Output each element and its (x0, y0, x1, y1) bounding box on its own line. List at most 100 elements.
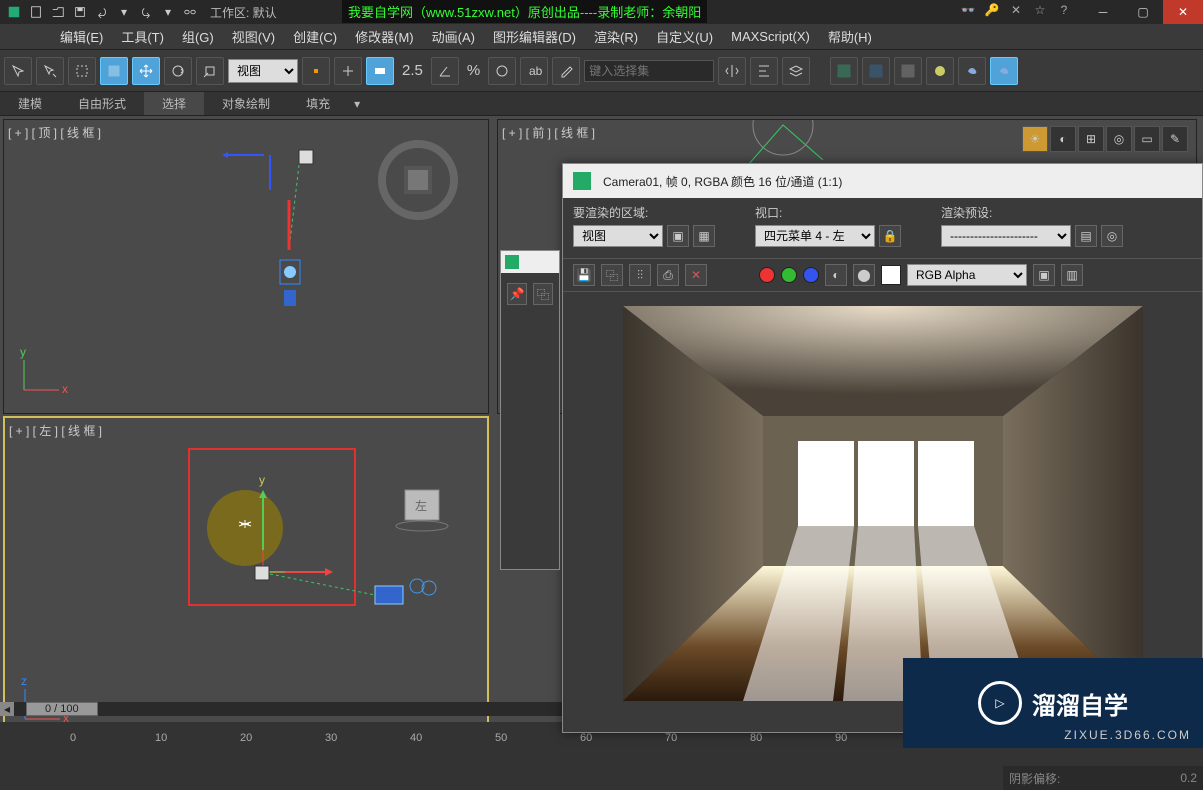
select-name-button[interactable] (36, 57, 64, 85)
schematic-button[interactable] (862, 57, 890, 85)
menu-customize[interactable]: 自定义(U) (656, 27, 713, 46)
new-icon[interactable] (26, 2, 46, 22)
select-rect-button[interactable] (68, 57, 96, 85)
snap-spinner[interactable]: 2.5 (398, 62, 427, 79)
channel-red-icon[interactable] (759, 267, 775, 283)
preset-select[interactable]: ---------------------- (941, 225, 1071, 247)
ribbon-modeling[interactable]: 建模 (0, 92, 60, 115)
ribbon-freeform[interactable]: 自由形式 (60, 92, 144, 115)
clone-icon[interactable]: ⫶⫶ (629, 264, 651, 286)
viewcube[interactable] (378, 140, 458, 220)
area-edit-icon[interactable]: ▣ (667, 225, 689, 247)
preset-icon[interactable]: ▤ (1075, 225, 1097, 247)
preset-target-icon[interactable]: ◎ (1101, 225, 1123, 247)
menu-render[interactable]: 渲染(R) (594, 27, 638, 46)
menu-group[interactable]: 组(G) (182, 27, 214, 46)
mono-icon[interactable]: ⬤ (853, 264, 875, 286)
dropdown-icon[interactable]: ▾ (114, 2, 134, 22)
secondary-panel[interactable]: 📌 ⿻ (500, 250, 560, 570)
wrench-icon[interactable]: ✎ (1162, 126, 1188, 152)
copy-image-icon[interactable]: ⿻ (601, 264, 623, 286)
minimize-button[interactable]: ─ (1083, 0, 1123, 24)
binoculars-icon[interactable]: 👓 (959, 3, 977, 17)
display-icon[interactable]: ▭ (1134, 126, 1160, 152)
channel-select[interactable]: RGB Alpha (907, 264, 1027, 286)
link-icon[interactable] (180, 2, 200, 22)
cross-icon[interactable]: ✕ (1007, 3, 1025, 17)
select-object-button[interactable] (4, 57, 32, 85)
secondary-titlebar[interactable] (501, 251, 559, 273)
ribbon-dropdown-icon[interactable]: ▾ (348, 92, 366, 115)
alpha-icon[interactable]: ◐ (825, 264, 847, 286)
selection-set-input[interactable] (584, 60, 714, 82)
copy-icon[interactable]: ⿻ (533, 283, 553, 305)
menu-create[interactable]: 创建(C) (293, 27, 337, 46)
layers-button[interactable] (782, 57, 810, 85)
viewport-label[interactable]: [ + ] [ 左 ] [ 线 框 ] (9, 422, 102, 439)
material-button[interactable] (894, 57, 922, 85)
split-icon[interactable]: ▥ (1061, 264, 1083, 286)
viewport-left[interactable]: [ + ] [ 左 ] [ 线 框 ] y 左 zx (3, 416, 489, 744)
area-auto-icon[interactable]: ▦ (693, 225, 715, 247)
maximize-button[interactable]: ▢ (1123, 0, 1163, 24)
open-icon[interactable] (48, 2, 68, 22)
light-icon[interactable]: ☀ (1022, 126, 1048, 152)
viewport-select[interactable]: 四元菜单 4 - 左 (755, 225, 875, 247)
help-icon[interactable]: ? (1055, 3, 1073, 17)
save-icon[interactable] (70, 2, 90, 22)
slider-knob[interactable]: 0 / 100 (26, 702, 98, 716)
channel-blue-icon[interactable] (803, 267, 819, 283)
menu-graph[interactable]: 图形编辑器(D) (493, 27, 576, 46)
channel-green-icon[interactable] (781, 267, 797, 283)
curve-editor-button[interactable] (830, 57, 858, 85)
keyboard-shortcut-button[interactable] (366, 57, 394, 85)
slider-prev[interactable]: ◂ (0, 702, 14, 716)
select-window-button[interactable] (100, 57, 128, 85)
scale-button[interactable] (196, 57, 224, 85)
render-output[interactable] (623, 306, 1143, 701)
align-button[interactable] (750, 57, 778, 85)
manipulate-button[interactable] (334, 57, 362, 85)
area-select[interactable]: 视图 (573, 225, 663, 247)
render-titlebar[interactable]: Camera01, 帧 0, RGBA 颜色 16 位/通道 (1:1) (563, 164, 1202, 198)
close-button[interactable]: ✕ (1163, 0, 1203, 24)
menu-tools[interactable]: 工具(T) (121, 27, 164, 46)
clear-icon[interactable]: ✕ (685, 264, 707, 286)
corner-value[interactable]: 0.2 (1180, 771, 1197, 785)
rotate-button[interactable] (164, 57, 192, 85)
dropdown-icon[interactable]: ▾ (158, 2, 178, 22)
ribbon-selection[interactable]: 选择 (144, 92, 204, 115)
bg-swatch[interactable] (881, 265, 901, 285)
move-button[interactable] (132, 57, 160, 85)
print-icon[interactable]: ⎙ (657, 264, 679, 286)
menu-view[interactable]: 视图(V) (232, 27, 275, 46)
ribbon-populate[interactable]: 填充 (288, 92, 348, 115)
spinner-snap-button[interactable]: abc (520, 57, 548, 85)
menu-maxscript[interactable]: MAXScript(X) (731, 29, 810, 44)
viewport-label[interactable]: [ + ] [ 顶 ] [ 线 框 ] (8, 124, 101, 141)
ref-coord-select[interactable]: 视图 (228, 59, 298, 83)
snap-angle-button[interactable] (431, 57, 459, 85)
render-button[interactable] (990, 57, 1018, 85)
star-icon[interactable]: ☆ (1031, 3, 1049, 17)
menu-animation[interactable]: 动画(A) (432, 27, 475, 46)
viewport-top[interactable]: [ + ] [ 顶 ] [ 线 框 ] yx (3, 119, 489, 414)
shadow-icon[interactable]: ◐ (1050, 126, 1076, 152)
lock-icon[interactable]: 🔒 (879, 225, 901, 247)
render-window[interactable]: Camera01, 帧 0, RGBA 颜色 16 位/通道 (1:1) 要渲染… (562, 163, 1203, 733)
snap-percent-button[interactable] (488, 57, 516, 85)
viewport-label[interactable]: [ + ] [ 前 ] [ 线 框 ] (502, 124, 595, 141)
save-image-icon[interactable]: 💾 (573, 264, 595, 286)
mirror-button[interactable] (718, 57, 746, 85)
edit-selset-button[interactable] (552, 57, 580, 85)
hierarchy-icon[interactable]: ⊞ (1078, 126, 1104, 152)
ribbon-paint[interactable]: 对象绘制 (204, 92, 288, 115)
menu-edit[interactable]: 编辑(E) (60, 27, 103, 46)
undo-icon[interactable] (92, 2, 112, 22)
menu-modifiers[interactable]: 修改器(M) (355, 27, 414, 46)
target-icon[interactable]: ◎ (1106, 126, 1132, 152)
render-frame-button[interactable] (958, 57, 986, 85)
pin-icon[interactable]: 📌 (507, 283, 527, 305)
redo-icon[interactable] (136, 2, 156, 22)
render-setup-button[interactable] (926, 57, 954, 85)
